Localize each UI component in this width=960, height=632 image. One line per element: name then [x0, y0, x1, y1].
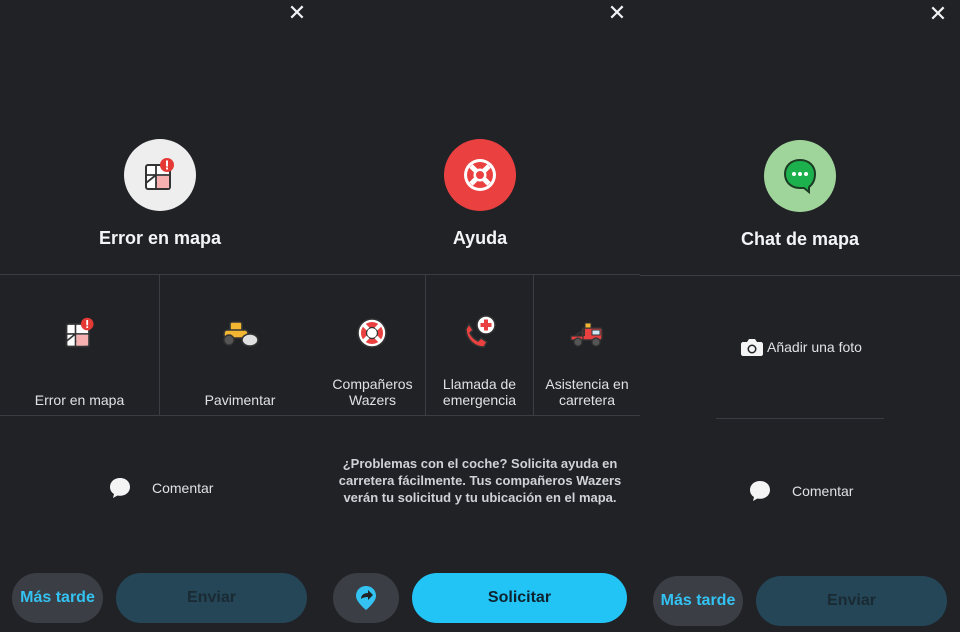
- comment-label: Comentar: [152, 480, 214, 496]
- option-label: Error en mapa: [34, 392, 125, 408]
- close-icon[interactable]: ✕: [606, 2, 628, 24]
- comment-row[interactable]: Comentar: [108, 476, 213, 500]
- comment-bubble-icon: [110, 478, 130, 498]
- option-emergency-call[interactable]: Llamada de emergencia: [426, 275, 533, 416]
- help-description: ¿Problemas con el coche? Solicita ayuda …: [338, 456, 622, 505]
- help-lifebuoy-hero-icon: [444, 139, 516, 211]
- emergency-call-icon: [459, 313, 499, 353]
- comment-bubble-icon: [750, 481, 770, 501]
- add-photo-row[interactable]: Añadir una foto: [740, 337, 862, 357]
- request-button[interactable]: Solicitar: [412, 573, 627, 623]
- error-map-panel: ✕ Error en mapa Error en mapa Pavimentar…: [0, 0, 320, 632]
- later-button[interactable]: Más tarde: [12, 573, 103, 623]
- comment-label: Comentar: [792, 483, 854, 499]
- option-fellow-wazers[interactable]: Compañeros Wazers: [320, 275, 425, 416]
- share-location-button[interactable]: [333, 573, 399, 623]
- tow-truck-icon: [567, 313, 607, 353]
- panel-title: Chat de mapa: [740, 229, 860, 249]
- option-label: Compañeros Wazers: [332, 376, 413, 408]
- close-icon[interactable]: ✕: [286, 2, 308, 24]
- option-label: Pavimentar: [204, 392, 276, 408]
- option-label: Llamada de emergencia: [442, 376, 517, 408]
- send-button[interactable]: Enviar: [116, 573, 307, 623]
- divider: [640, 275, 960, 276]
- panel-title: Error en mapa: [98, 228, 222, 248]
- map-error-hero-icon: [124, 139, 196, 211]
- comment-row[interactable]: Comentar: [748, 479, 853, 503]
- send-button[interactable]: Enviar: [756, 576, 947, 626]
- map-chat-panel: ✕ Chat de mapa Comentar Más tarde Enviar: [640, 0, 960, 632]
- option-label: Asistencia en carretera: [545, 376, 629, 408]
- divider: [716, 418, 884, 419]
- help-panel: ✕ Ayuda Compañeros Wazers Llamada de eme…: [320, 0, 640, 632]
- close-icon[interactable]: ✕: [927, 3, 949, 25]
- lifebuoy-icon: [352, 313, 392, 353]
- option-map-error[interactable]: Error en mapa: [0, 275, 159, 416]
- chat-hero-icon: [764, 140, 836, 212]
- paving-roller-icon: [220, 313, 260, 353]
- panel-title: Ayuda: [452, 228, 508, 248]
- later-button[interactable]: Más tarde: [653, 576, 743, 626]
- map-error-icon: [60, 313, 100, 353]
- camera-icon: [741, 339, 763, 356]
- option-paving[interactable]: Pavimentar: [160, 275, 320, 416]
- share-location-icon: [356, 586, 376, 610]
- option-roadside-assistance[interactable]: Asistencia en carretera: [534, 275, 640, 416]
- add-photo-label: Añadir una foto: [767, 339, 862, 355]
